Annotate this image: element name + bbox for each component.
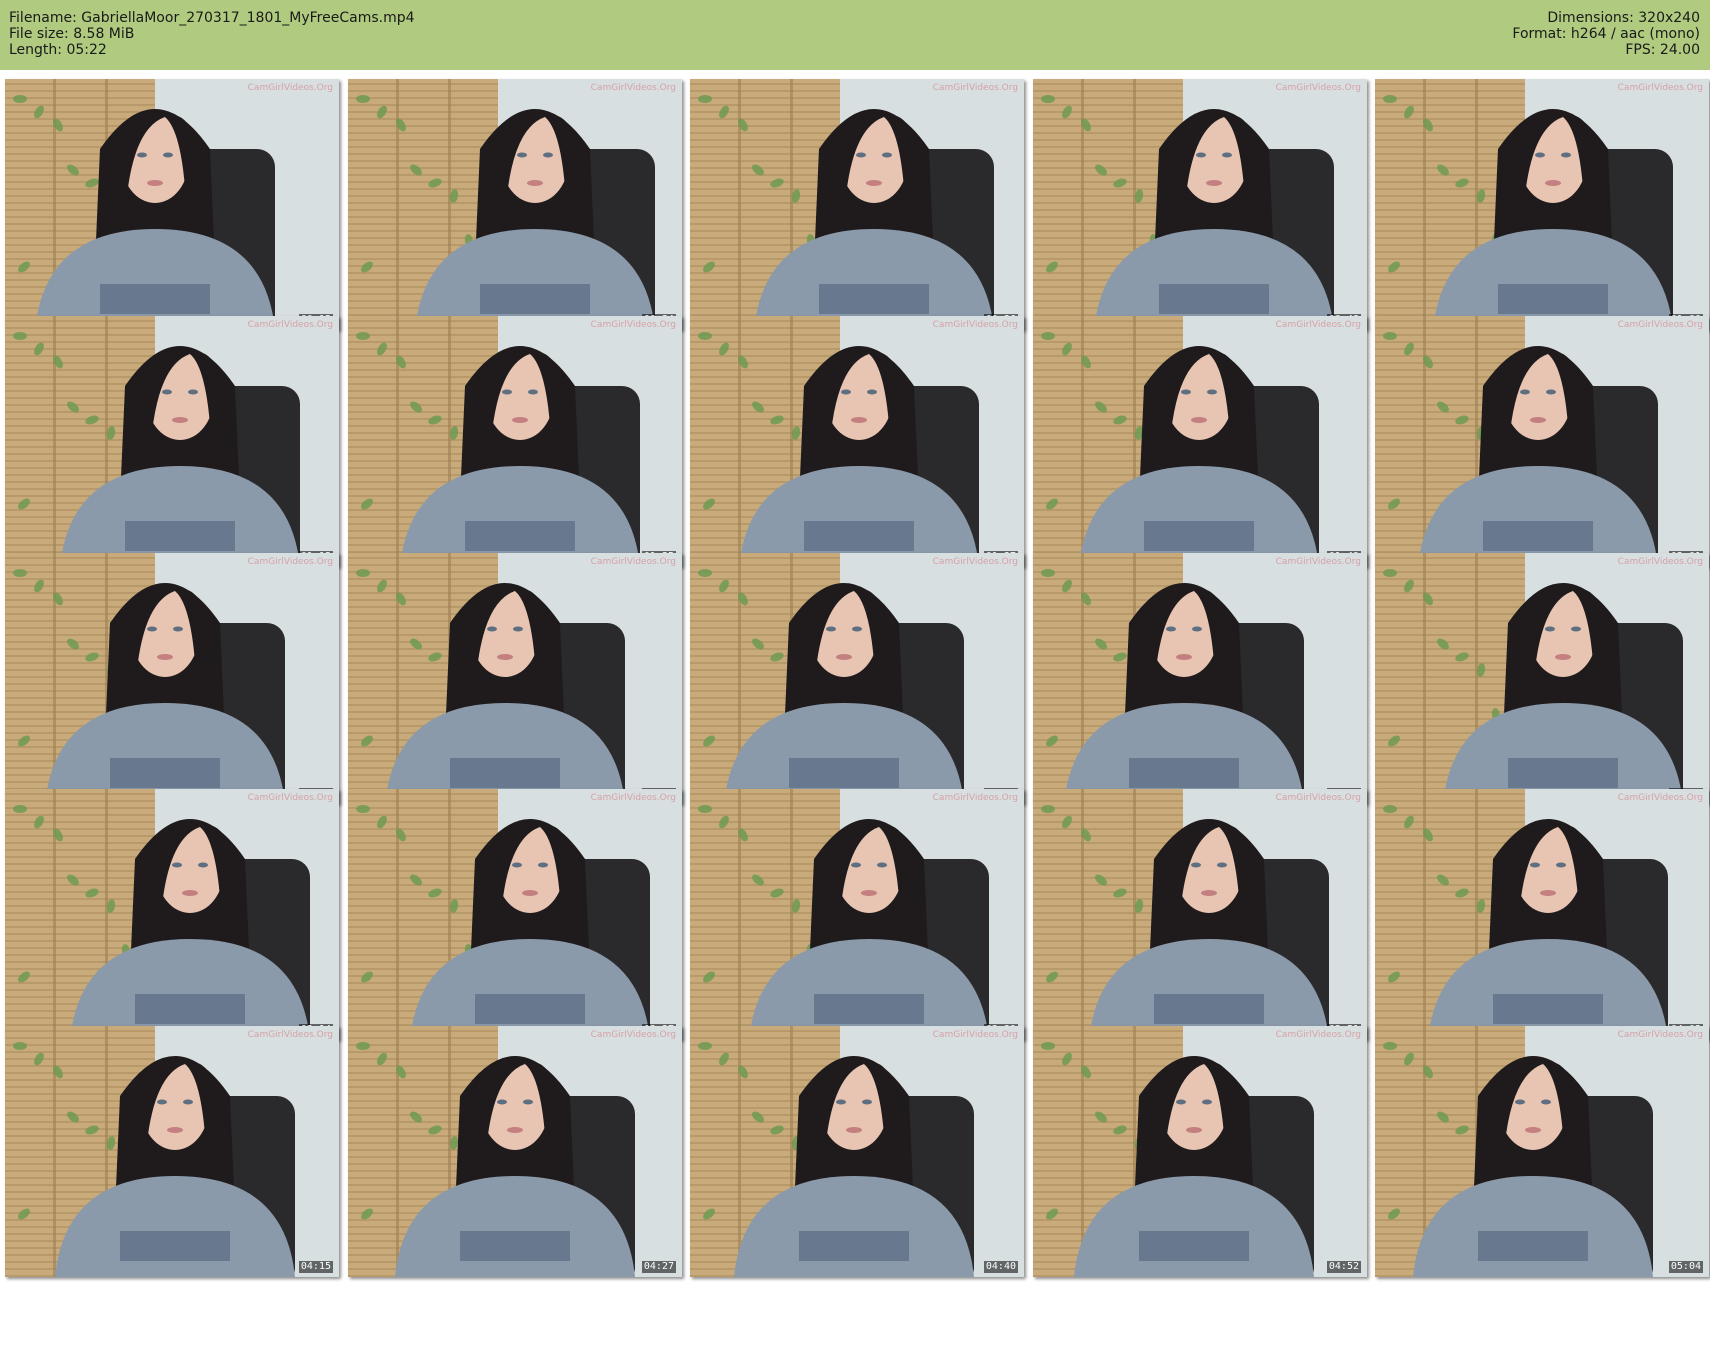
stream-info: Dimensions: 320x240 Format: h264 / aac (… <box>1512 10 1700 58</box>
thumbnail-grid: CamGirlVideos.Org00:12CamGirlVideos.Org0… <box>5 79 1709 1367</box>
frame-illustration <box>1375 79 1709 330</box>
frame-illustration <box>1375 553 1709 804</box>
video-thumbnail: CamGirlVideos.Org01:37 <box>690 316 1024 567</box>
video-thumbnail: CamGirlVideos.Org01:25 <box>348 316 682 567</box>
watermark: CamGirlVideos.Org <box>932 320 1018 330</box>
watermark: CamGirlVideos.Org <box>247 1030 333 1040</box>
watermark: CamGirlVideos.Org <box>1617 83 1703 93</box>
video-thumbnail: CamGirlVideos.Org00:36 <box>690 79 1024 330</box>
video-thumbnail: CamGirlVideos.Org01:00 <box>1375 79 1709 330</box>
timestamp: 05:04 <box>1668 1261 1703 1273</box>
watermark: CamGirlVideos.Org <box>1275 83 1361 93</box>
watermark: CamGirlVideos.Org <box>590 793 676 803</box>
frame-illustration <box>348 316 682 567</box>
video-thumbnail: CamGirlVideos.Org04:03 <box>1375 789 1709 1040</box>
watermark: CamGirlVideos.Org <box>932 557 1018 567</box>
frame-illustration <box>690 789 1024 1040</box>
dimensions-label: Dimensions: 320x240 <box>1547 10 1700 26</box>
watermark: CamGirlVideos.Org <box>590 557 676 567</box>
watermark: CamGirlVideos.Org <box>247 793 333 803</box>
video-thumbnail: CamGirlVideos.Org02:50 <box>1033 553 1367 804</box>
watermark: CamGirlVideos.Org <box>590 320 676 330</box>
video-thumbnail: CamGirlVideos.Org02:01 <box>1375 316 1709 567</box>
watermark: CamGirlVideos.Org <box>1617 793 1703 803</box>
video-thumbnail: CamGirlVideos.Org03:14 <box>5 789 339 1040</box>
video-thumbnail: CamGirlVideos.Org 05:04 <box>1375 1026 1709 1277</box>
watermark: CamGirlVideos.Org <box>1275 793 1361 803</box>
video-thumbnail: CamGirlVideos.Org02:26 <box>348 553 682 804</box>
watermark: CamGirlVideos.Org <box>247 557 333 567</box>
watermark: CamGirlVideos.Org <box>247 83 333 93</box>
video-thumbnail: CamGirlVideos.Org00:24 <box>348 79 682 330</box>
frame-illustration <box>5 316 339 567</box>
video-thumbnail: CamGirlVideos.Org03:51 <box>1033 789 1367 1040</box>
watermark: CamGirlVideos.Org <box>590 1030 676 1040</box>
file-info: Filename: GabriellaMoor_270317_1801_MyFr… <box>9 10 415 58</box>
watermark: CamGirlVideos.Org <box>932 83 1018 93</box>
filesize-label: File size: 8.58 MiB <box>9 26 135 42</box>
watermark: CamGirlVideos.Org <box>1275 557 1361 567</box>
watermark: CamGirlVideos.Org <box>590 83 676 93</box>
frame-illustration <box>1033 789 1367 1040</box>
watermark: CamGirlVideos.Org <box>932 1030 1018 1040</box>
video-thumbnail: CamGirlVideos.Org02:38 <box>690 553 1024 804</box>
video-thumbnail: CamGirlVideos.Org 04:27 <box>348 1026 682 1277</box>
timestamp: 04:52 <box>1326 1261 1361 1273</box>
frame-illustration <box>690 316 1024 567</box>
length-label: Length: 05:22 <box>9 42 107 58</box>
frame-illustration <box>348 553 682 804</box>
frame-illustration <box>348 789 682 1040</box>
frame-illustration <box>1033 316 1367 567</box>
frame-illustration <box>348 79 682 330</box>
frame-illustration <box>5 553 339 804</box>
frame-illustration <box>1033 79 1367 330</box>
video-thumbnail: CamGirlVideos.Org 04:52 <box>1033 1026 1367 1277</box>
frame-illustration <box>1033 553 1367 804</box>
frame-illustration <box>5 1026 339 1277</box>
frame-illustration <box>1375 316 1709 567</box>
timestamp: 04:40 <box>983 1261 1018 1273</box>
timestamp: 04:15 <box>298 1261 333 1273</box>
video-thumbnail: CamGirlVideos.Org03:27 <box>348 789 682 1040</box>
frame-illustration <box>690 553 1024 804</box>
video-thumbnail: CamGirlVideos.Org00:48 <box>1033 79 1367 330</box>
watermark: CamGirlVideos.Org <box>1617 1030 1703 1040</box>
frame-illustration <box>1375 1026 1709 1277</box>
video-thumbnail: CamGirlVideos.Org01:13 <box>5 316 339 567</box>
frame-illustration <box>5 79 339 330</box>
video-thumbnail: CamGirlVideos.Org 04:40 <box>690 1026 1024 1277</box>
watermark: CamGirlVideos.Org <box>1275 320 1361 330</box>
format-label: Format: h264 / aac (mono) <box>1512 26 1700 42</box>
frame-illustration <box>1033 1026 1367 1277</box>
frame-illustration <box>348 1026 682 1277</box>
video-thumbnail: CamGirlVideos.Org03:02 <box>1375 553 1709 804</box>
watermark: CamGirlVideos.Org <box>247 320 333 330</box>
watermark: CamGirlVideos.Org <box>932 793 1018 803</box>
fps-label: FPS: 24.00 <box>1625 42 1700 58</box>
video-thumbnail: CamGirlVideos.Org02:13 <box>5 553 339 804</box>
timestamp: 04:27 <box>641 1261 676 1273</box>
info-header: Filename: GabriellaMoor_270317_1801_MyFr… <box>0 0 1710 70</box>
frame-illustration <box>690 79 1024 330</box>
frame-illustration <box>690 1026 1024 1277</box>
video-thumbnail: CamGirlVideos.Org 04:15 <box>5 1026 339 1277</box>
video-thumbnail: CamGirlVideos.Org03:39 <box>690 789 1024 1040</box>
video-thumbnail: CamGirlVideos.Org00:12 <box>5 79 339 330</box>
video-thumbnail: CamGirlVideos.Org01:49 <box>1033 316 1367 567</box>
watermark: CamGirlVideos.Org <box>1617 557 1703 567</box>
filename-label: Filename: GabriellaMoor_270317_1801_MyFr… <box>9 10 415 26</box>
frame-illustration <box>5 789 339 1040</box>
frame-illustration <box>1375 789 1709 1040</box>
watermark: CamGirlVideos.Org <box>1275 1030 1361 1040</box>
watermark: CamGirlVideos.Org <box>1617 320 1703 330</box>
